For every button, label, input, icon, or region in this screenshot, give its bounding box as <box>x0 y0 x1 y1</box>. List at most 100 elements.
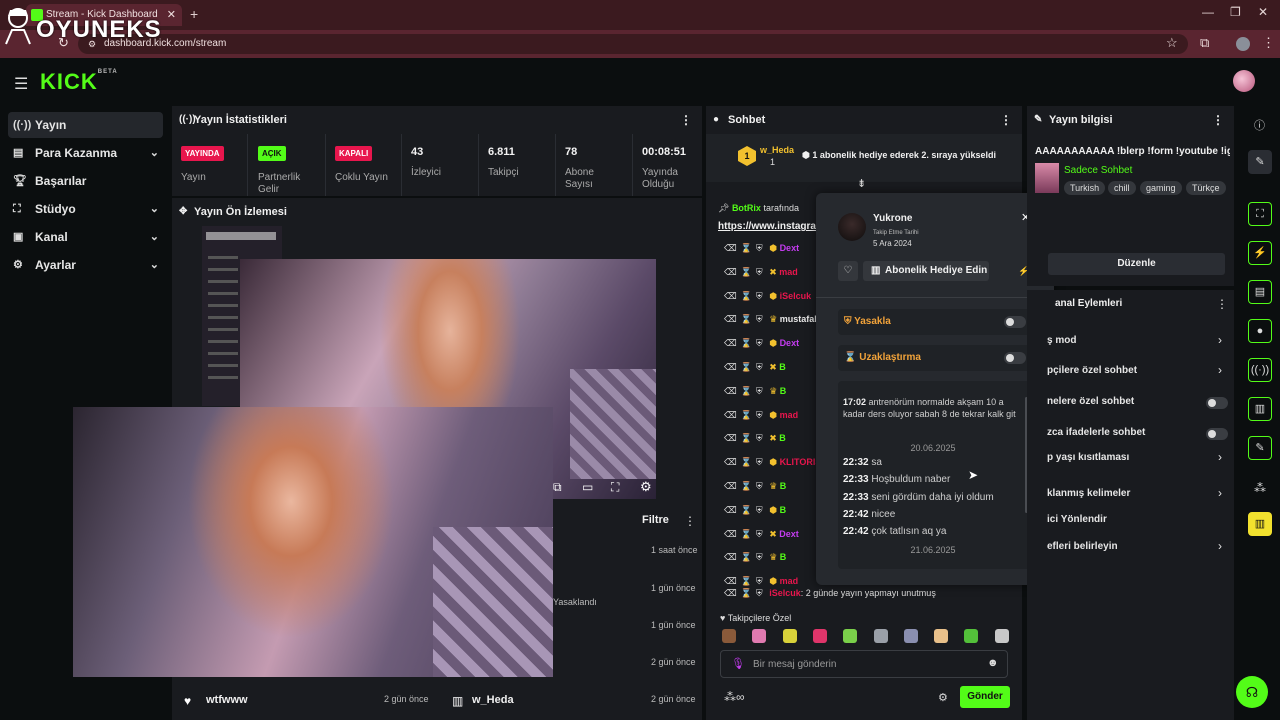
chat-username[interactable]: B <box>780 552 787 562</box>
moderation-actions[interactable]: ⌫⌛⛨ <box>724 433 767 443</box>
chevron-right-icon[interactable]: › <box>1218 486 1222 500</box>
moderation-actions[interactable]: ⌫⌛⛨ <box>724 457 767 467</box>
theater-mode-icon[interactable]: ▭ <box>582 480 593 494</box>
minimize-icon[interactable]: — <box>1202 5 1214 19</box>
rail-wrench-icon[interactable]: ✎ <box>1248 436 1272 460</box>
emote-icon[interactable] <box>873 629 888 643</box>
rail-notes-icon[interactable]: ▤ <box>1248 280 1272 304</box>
moderation-actions[interactable]: ⌫⌛⛨ <box>724 291 767 301</box>
emote-icon[interactable] <box>934 629 949 643</box>
chevron-right-icon[interactable]: › <box>1218 333 1222 347</box>
emote-icon[interactable] <box>843 629 858 643</box>
sidebar-item-kanal[interactable]: ▣ Kanal ⌄ <box>8 224 163 250</box>
moderation-actions[interactable]: ⌫⌛⛨ <box>724 386 767 396</box>
rail-broadcast-icon[interactable]: ((·)) <box>1248 358 1272 382</box>
sidebar-item-para-kazanma[interactable]: ▤ Para Kazanma ⌄ <box>8 140 163 166</box>
rail-preview-icon[interactable]: ⛶ <box>1248 202 1272 226</box>
profile-icon[interactable] <box>1236 37 1250 51</box>
timeout-toggle[interactable] <box>1004 352 1026 364</box>
edit-layout-icon[interactable]: ✎ <box>1248 150 1272 174</box>
emote-icon[interactable] <box>903 629 918 643</box>
filter-button[interactable]: Filtre <box>642 514 669 526</box>
moderation-actions[interactable]: ⌫⌛⛨ <box>724 410 767 420</box>
channel-action-label[interactable]: nelere özel sohbet <box>1047 396 1134 407</box>
send-button[interactable]: Gönder <box>960 686 1010 708</box>
browser-menu-icon[interactable]: ⋮ <box>1262 35 1275 51</box>
close-window-icon[interactable]: ✕ <box>1258 5 1268 19</box>
rail-points-icon[interactable]: ⁂ <box>1254 481 1266 495</box>
channel-action-label[interactable]: zca ifadelerle sohbet <box>1047 427 1145 438</box>
moderation-actions[interactable]: ⌫⌛⛨ <box>724 267 767 277</box>
chat-username[interactable]: B <box>780 481 787 491</box>
emote-icon[interactable] <box>752 629 767 643</box>
more-options-icon[interactable]: ⋮ <box>680 106 692 134</box>
rail-gift-icon[interactable]: ▥ <box>1248 512 1272 536</box>
moderation-actions[interactable]: ⌫⌛⛨ <box>724 481 767 491</box>
stream-tag[interactable]: chill <box>1108 181 1136 195</box>
emote-icon[interactable] <box>994 629 1009 643</box>
chat-username[interactable]: Dext <box>779 529 799 539</box>
chat-settings-icon[interactable]: ⚙ <box>938 691 948 704</box>
collapse-pinned-icon[interactable]: ⇟ <box>857 177 866 190</box>
chat-username[interactable]: B <box>780 386 787 396</box>
picture-in-picture-icon[interactable]: ⧉ <box>553 480 562 495</box>
support-headset-icon[interactable]: ☊ <box>1236 676 1268 708</box>
sidebar-item-ayarlar[interactable]: ⚙ Ayarlar ⌄ <box>8 252 163 278</box>
emoji-icon[interactable]: ☻ <box>987 657 999 669</box>
moderation-actions[interactable]: ⌫⌛⛨ <box>724 243 767 253</box>
chat-username[interactable]: B <box>779 362 786 372</box>
sidebar-item-basarilar[interactable]: 🏆︎ Başarılar <box>8 168 163 194</box>
more-options-icon[interactable]: ⋮ <box>1212 106 1224 134</box>
chevron-right-icon[interactable]: › <box>1218 363 1222 377</box>
chat-username[interactable]: mad <box>779 267 798 277</box>
emote-icon[interactable] <box>812 629 827 643</box>
ban-toggle[interactable] <box>1004 316 1026 328</box>
stream-tag[interactable]: gaming <box>1140 181 1182 195</box>
channel-action-toggle[interactable] <box>1206 397 1228 409</box>
channel-action-label[interactable]: klanmış kelimeler <box>1047 488 1130 499</box>
rail-chat-icon[interactable]: ● <box>1248 319 1272 343</box>
more-options-icon[interactable]: ⋮ <box>1216 297 1228 311</box>
kick-points-icon[interactable]: ⁂∞ <box>724 690 745 704</box>
sidebar-item-studyo[interactable]: ⛶ Stüdyo ⌄ <box>8 196 163 222</box>
popup-username[interactable]: Yukrone <box>873 213 912 224</box>
moderation-actions[interactable]: ⌫⌛⛨ <box>724 576 767 586</box>
close-tab-icon[interactable]: ✕ <box>167 4 176 26</box>
chat-input[interactable]: 🎙︎ Bir mesaj gönderin ☻ <box>720 650 1008 678</box>
moderation-actions[interactable]: ⌫⌛⛨ <box>724 529 767 539</box>
emote-icon[interactable] <box>964 629 979 643</box>
chat-username[interactable]: B <box>779 433 786 443</box>
pinned-link[interactable]: https://www.instagram <box>718 221 825 232</box>
bookmark-star-icon[interactable]: ☆ <box>1166 35 1178 51</box>
moderation-actions[interactable]: ⌫⌛⛨ <box>724 505 767 515</box>
sidebar-item-yayin[interactable]: ((·)) Yayın <box>8 112 163 138</box>
hamburger-menu-icon[interactable]: ☰ <box>14 74 28 94</box>
chat-username[interactable]: mad <box>780 410 799 420</box>
moderation-actions[interactable]: ⌫⌛⛨ <box>724 362 767 372</box>
channel-action-toggle[interactable] <box>1206 428 1228 440</box>
stream-tag[interactable]: Turkish <box>1064 181 1106 195</box>
fullscreen-icon[interactable]: ⛶ <box>611 480 619 495</box>
rail-activity-icon[interactable]: ▥ <box>1248 397 1272 421</box>
channel-action-label[interactable]: ici Yönlendir <box>1047 514 1107 525</box>
channel-action-label[interactable]: efleri belirleyin <box>1047 541 1118 552</box>
channel-action-label[interactable]: p yaşı kısıtlaması <box>1047 452 1129 463</box>
kick-logo[interactable]: KICKBETA <box>40 69 118 95</box>
moderation-actions[interactable]: ⌫⌛⛨ <box>724 338 767 348</box>
info-icon[interactable]: ⓘ <box>1254 117 1265 133</box>
emote-icon[interactable] <box>722 629 736 643</box>
new-tab-icon[interactable]: + <box>190 6 198 22</box>
more-options-icon[interactable]: ⋮ <box>1000 106 1012 134</box>
follow-heart-button[interactable]: ♡ <box>838 261 858 281</box>
rail-lightning-icon[interactable]: ⚡ <box>1248 241 1272 265</box>
channel-action-label[interactable]: pçilere özel sohbet <box>1047 365 1137 376</box>
stream-category[interactable]: Sadece Sohbet <box>1064 165 1132 176</box>
more-options-icon[interactable]: ⋮ <box>684 514 696 528</box>
chat-username[interactable]: B <box>780 505 787 515</box>
extensions-icon[interactable]: ⧉ <box>1200 35 1209 51</box>
player-settings-icon[interactable]: ⚙ <box>640 479 652 495</box>
channel-action-label[interactable]: ş mod <box>1047 335 1076 346</box>
maximize-icon[interactable]: ❐ <box>1230 5 1241 19</box>
gift-subscription-button[interactable]: ▥ Abonelik Hediye Edin <box>863 261 989 281</box>
user-avatar[interactable] <box>1233 70 1255 92</box>
